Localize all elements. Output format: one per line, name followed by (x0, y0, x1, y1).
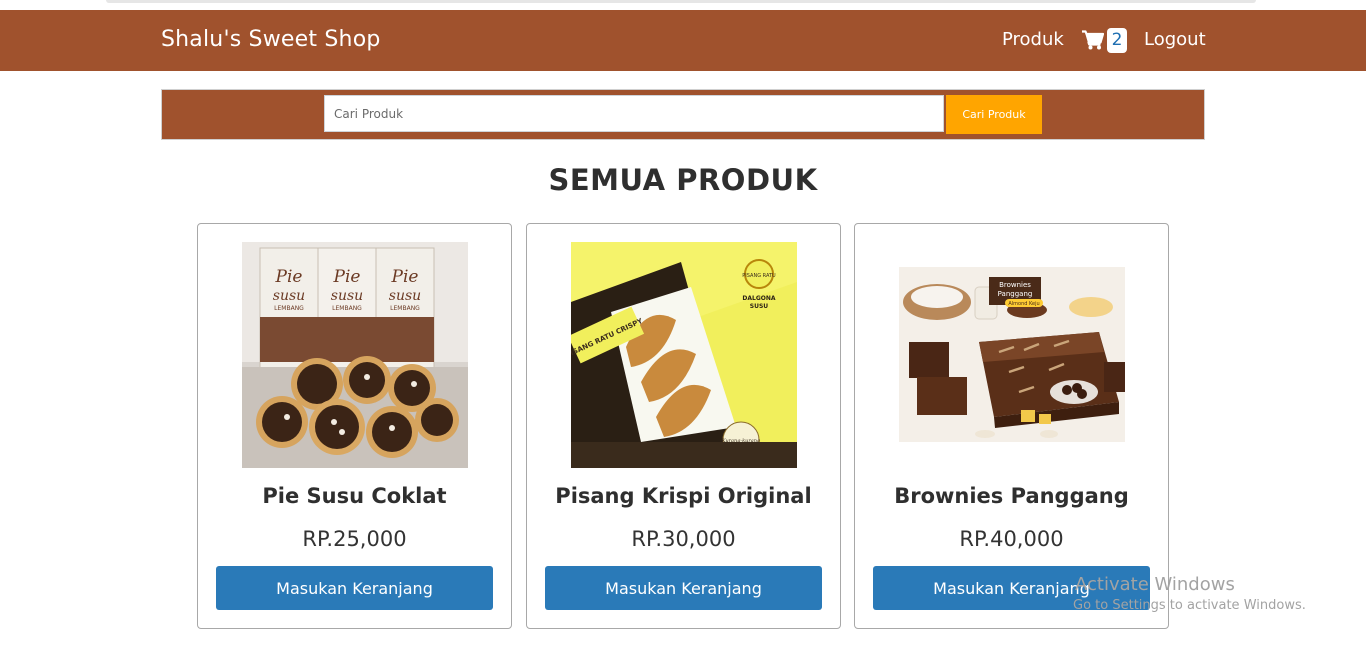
windows-activation-watermark: Activate Windows Go to Settings to activ… (1073, 574, 1306, 613)
product-card: PISANG RATU CRISPY PISANG RATU DALGONA S… (526, 223, 841, 629)
svg-text:LEMBANG: LEMBANG (332, 305, 362, 312)
product-price: RP.40,000 (959, 527, 1064, 551)
cart-icon[interactable] (1082, 30, 1105, 50)
product-price: RP.30,000 (631, 527, 736, 551)
product-card: Brownies Panggang Almond Keju Brownies P… (854, 223, 1169, 629)
svg-text:susu: susu (389, 288, 421, 304)
logout-link[interactable]: Logout (1144, 29, 1206, 50)
svg-text:Brownies: Brownies (999, 281, 1031, 289)
search-input[interactable] (324, 95, 944, 132)
svg-text:susu: susu (331, 288, 363, 304)
product-name: Pie Susu Coklat (262, 484, 447, 508)
product-card: Pie susu LEMBANG Pie susu LEMBANG Pie su… (197, 223, 512, 629)
svg-text:Panggang: Panggang (998, 290, 1033, 298)
svg-text:LEMBANG: LEMBANG (390, 305, 420, 312)
browser-top-edge (0, 0, 1366, 10)
svg-text:Pie: Pie (333, 267, 361, 287)
search-button[interactable]: Cari Produk (946, 95, 1042, 134)
product-name: Brownies Panggang (894, 484, 1129, 508)
svg-text:Pie: Pie (275, 267, 303, 287)
nav-produk-link[interactable]: Produk (1002, 29, 1064, 50)
svg-text:PISANG RATU: PISANG RATU (742, 273, 776, 279)
page-title: SEMUA PRODUK (548, 163, 818, 197)
navbar: Shalu's Sweet Shop Produk 2 Logout (0, 10, 1366, 71)
svg-text:susu: susu (273, 288, 305, 304)
brand-link[interactable]: Shalu's Sweet Shop (161, 27, 381, 52)
svg-text:Pie: Pie (391, 267, 419, 287)
cart-count-badge[interactable]: 2 (1107, 28, 1127, 53)
add-to-cart-button[interactable]: Masukan Keranjang (545, 566, 822, 610)
watermark-title: Activate Windows (1075, 574, 1235, 595)
watermark-subtitle: Go to Settings to activate Windows. (1073, 598, 1306, 613)
svg-text:SUSU: SUSU (750, 303, 769, 310)
product-image-pisang-krispi[interactable]: PISANG RATU CRISPY PISANG RATU DALGONA S… (571, 242, 797, 468)
product-image-brownies[interactable]: Brownies Panggang Almond Keju (899, 242, 1125, 468)
search-bar: Cari Produk (161, 89, 1205, 140)
add-to-cart-button[interactable]: Masukan Keranjang (216, 566, 493, 610)
svg-text:LEMBANG: LEMBANG (274, 305, 304, 312)
svg-text:DALGONA: DALGONA (742, 295, 775, 302)
svg-text:Almond Keju: Almond Keju (1008, 301, 1039, 307)
product-image-pie-susu[interactable]: Pie susu LEMBANG Pie susu LEMBANG Pie su… (242, 242, 468, 468)
product-name: Pisang Krispi Original (555, 484, 812, 508)
product-price: RP.25,000 (302, 527, 407, 551)
